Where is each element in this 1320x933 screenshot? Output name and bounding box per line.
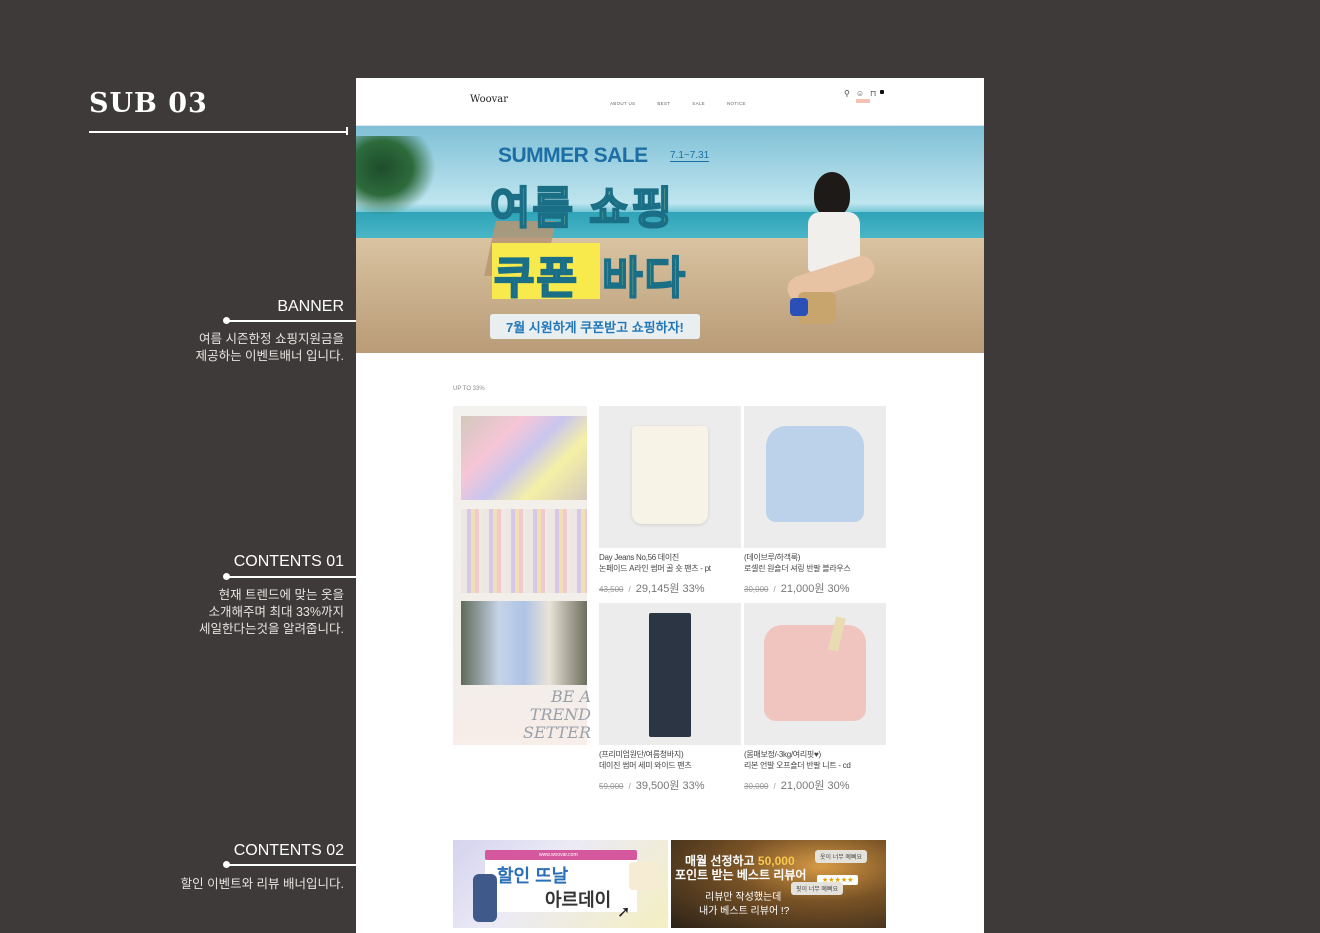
- nav-best[interactable]: BEST: [657, 101, 670, 106]
- product-card[interactable]: Day Jeans No,56 데이진 논페이드 A라인 썸머 골 숏 팬츠 -…: [599, 406, 741, 596]
- contents02-annotation-desc: 할인 이벤트와 리뷰 배너입니다.: [180, 877, 344, 891]
- section-title-underline: [89, 127, 348, 135]
- coat-image: [473, 874, 497, 922]
- product-image[interactable]: [599, 406, 741, 548]
- product-price: 59,000/39,500원 33%: [599, 780, 705, 792]
- product-name[interactable]: (프리미엄원단/여름청바지) 데이진 썸머 세미 와이드 팬츠: [599, 749, 741, 771]
- nav-sale[interactable]: SALE: [692, 101, 705, 106]
- tshirt-image: [629, 862, 659, 890]
- lookbook-image-camisoles: [461, 416, 587, 500]
- product-name[interactable]: (데이브루/하객룩) 로셀린 원숄더 셔링 반팔 블라우스: [744, 552, 886, 574]
- contents02-annotation-line: [226, 864, 356, 866]
- product-image[interactable]: [744, 603, 886, 745]
- cart-icon[interactable]: ⊓: [870, 89, 876, 98]
- review-banner-line-3: 리뷰만 작성했는데: [705, 892, 782, 903]
- product-image[interactable]: [599, 603, 741, 745]
- contents02-annotation-dot: [223, 861, 230, 868]
- contents01-annotation-dot: [223, 573, 230, 580]
- review-banner[interactable]: 매월 선정하고 50,000 포인트 받는 베스트 리뷰어 리뷰만 작성했는데 …: [671, 840, 886, 928]
- main-nav: ABOUT US BEST SALE NOTICE: [610, 101, 746, 106]
- banner-headline-en: SUMMER SALE: [498, 144, 648, 167]
- product-name[interactable]: Day Jeans No,56 데이진 논페이드 A라인 썸머 골 숏 팬츠 -…: [599, 552, 741, 574]
- banner-annotation-title: BANNER: [277, 298, 344, 315]
- cart-count-badge: [880, 90, 884, 94]
- product-card[interactable]: (몸매보정/-3kg/여리핏♥) 리본 언발 오프숄더 반팔 니트 - cd 3…: [744, 603, 886, 793]
- page-mockup: Woovar ABOUT US BEST SALE NOTICE ⚲ ☺ ⊓ S…: [356, 78, 984, 933]
- product-card[interactable]: (프리미엄원단/여름청바지) 데이진 썸머 세미 와이드 팬츠 59,000/3…: [599, 603, 741, 793]
- product-price: 30,000/21,000원 30%: [744, 583, 850, 595]
- product-name[interactable]: (몸매보정/-3kg/여리핏♥) 리본 언발 오프숄더 반팔 니트 - cd: [744, 749, 886, 771]
- event-banner-line-1: 할인 뜨날: [497, 866, 569, 886]
- cursor-icon: ➚: [617, 904, 631, 921]
- contents01-annotation-title: CONTENTS 01: [233, 553, 344, 570]
- summer-sale-banner[interactable]: SUMMER SALE 7.1~7.31 여름 쇼핑 쿠폰 바다 7월 시원하게…: [356, 126, 984, 353]
- contents01-annotation-line: [226, 576, 356, 578]
- discount-event-banner[interactable]: www.woovar.com 할인 뜨날 아르데이 ➚: [453, 840, 668, 928]
- review-bubble: 핏이 너무 예뻐요: [791, 882, 843, 895]
- palm-tree-image: [356, 136, 436, 216]
- lookbook-image-model: [461, 601, 587, 685]
- banner-headline-kr-1: 여름 쇼핑: [489, 183, 675, 234]
- banner-annotation-desc: 여름 시즌한정 쇼핑지원금을 제공하는 이벤트배너 입니다.: [195, 332, 344, 363]
- header-icons: ⚲ ☺ ⊓: [844, 89, 876, 98]
- nav-notice[interactable]: NOTICE: [727, 101, 746, 106]
- product-card[interactable]: (데이브루/하객룩) 로셀린 원숄더 셔링 반팔 블라우스 30,000/21,…: [744, 406, 886, 596]
- banner-annotation-dot: [223, 317, 230, 324]
- review-banner-line-4: 내가 베스트 리뷰어 !?: [699, 906, 790, 917]
- event-banner-line-2: 아르데이: [545, 890, 612, 910]
- product-price: 43,500/29,145원 33%: [599, 583, 705, 595]
- lookbook-text: BE A TREND SETTER: [523, 687, 592, 742]
- lookbook-collage[interactable]: BE A TREND SETTER: [453, 406, 591, 745]
- nav-about-us[interactable]: ABOUT US: [610, 101, 635, 106]
- contents01-annotation-desc: 현재 트렌드에 맞는 옷을 소개해주며 최대 33%까지 세일한다는것을 알려줍…: [199, 588, 344, 636]
- banner-annotation-line: [226, 320, 356, 322]
- contents02-annotation-title: CONTENTS 02: [233, 842, 344, 859]
- section-label: UP TO 33%: [453, 386, 485, 392]
- site-header: Woovar ABOUT US BEST SALE NOTICE ⚲ ☺ ⊓: [356, 78, 984, 126]
- product-price: 30,000/21,000원 30%: [744, 780, 850, 792]
- login-badge: [856, 99, 870, 103]
- review-banner-line-2: 포인트 받는 베스트 리뷰어: [675, 868, 807, 882]
- search-icon[interactable]: ⚲: [844, 89, 850, 98]
- user-icon[interactable]: ☺: [856, 89, 864, 98]
- lookbook-image-rack: [461, 509, 587, 593]
- banner-dates: 7.1~7.31: [670, 150, 710, 162]
- product-image[interactable]: [744, 406, 886, 548]
- banner-tagline: 7월 시원하게 쿠폰받고 쇼핑하자!: [490, 314, 700, 339]
- browser-url: www.woovar.com: [539, 852, 578, 858]
- banner-headline-kr-2b: 바다: [601, 253, 687, 304]
- section-title: SUB 03: [89, 88, 208, 119]
- banner-headline-kr-2a: 쿠폰: [493, 253, 579, 304]
- review-bubble: 옷이 너무 예뻐요: [815, 850, 867, 863]
- site-logo[interactable]: Woovar: [470, 94, 508, 105]
- model-image: [784, 166, 896, 346]
